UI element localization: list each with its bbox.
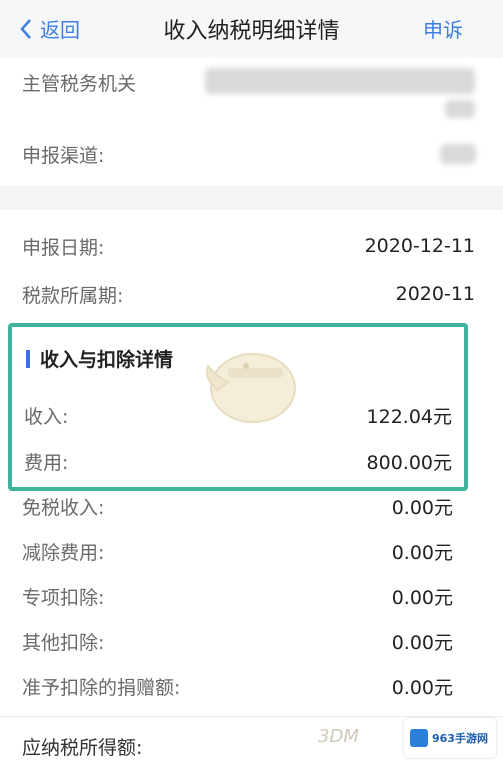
- brand-3d-watermark: 3DM: [318, 726, 359, 747]
- section-title: 收入与扣除详情: [26, 345, 173, 372]
- bird-watermark-icon: [205, 353, 296, 423]
- site-logo: 963手游网: [404, 718, 496, 758]
- tax-period-label: 税款所属期:: [22, 284, 124, 307]
- authority-card: 主管税务机关 申报渠道:: [0, 58, 503, 186]
- taxable-income-label: 应纳税所得额:: [22, 736, 143, 759]
- item-label: 费用:: [24, 451, 69, 474]
- appeal-button[interactable]: 申诉: [423, 14, 463, 43]
- item-label: 其他扣除:: [22, 631, 105, 654]
- tax-authority-label: 主管税务机关: [22, 72, 137, 95]
- channel-row: 申报渠道:: [22, 138, 475, 170]
- list-item: 费用: 800.00元: [24, 445, 452, 477]
- item-value: 122.04元: [366, 405, 452, 428]
- declare-date-value: 2020-12-11: [364, 235, 475, 257]
- item-label: 专项扣除:: [22, 586, 105, 609]
- item-value: 800.00元: [366, 451, 452, 474]
- section-bar: [26, 349, 30, 368]
- list-item: 其他扣除: 0.00元: [22, 625, 453, 657]
- nav-bar: 返回 收入纳税明细详情 申诉: [0, 0, 503, 58]
- cube-logo-icon: [410, 729, 428, 747]
- section-title-text: 收入与扣除详情: [40, 349, 174, 371]
- list-item: 准予扣除的捐赠额: 0.00元: [22, 670, 453, 702]
- item-label: 减除费用:: [22, 541, 105, 564]
- blurred-authority-value: [205, 68, 475, 94]
- item-value: 0.00元: [391, 541, 453, 564]
- site-logo-text: 963手游网: [432, 732, 488, 745]
- item-value: 0.00元: [391, 586, 453, 609]
- divider: [0, 716, 503, 717]
- blurred-channel-value: [440, 144, 476, 164]
- declare-date-row: 申报日期: 2020-12-11: [22, 230, 475, 262]
- list-item: 专项扣除: 0.00元: [22, 580, 453, 612]
- item-value: 0.00元: [391, 496, 453, 519]
- channel-label: 申报渠道:: [22, 144, 105, 167]
- tax-period-row: 税款所属期: 2020-11: [22, 278, 475, 310]
- item-label: 免税收入:: [22, 496, 105, 519]
- list-item: 免税收入: 0.00元: [22, 490, 453, 522]
- item-label: 收入:: [24, 405, 69, 428]
- item-value: 0.00元: [391, 631, 453, 654]
- list-item: 减除费用: 0.00元: [22, 535, 453, 567]
- tax-period-value: 2020-11: [395, 283, 475, 305]
- item-value: 0.00元: [391, 676, 453, 699]
- blurred-authority-value-2: [445, 100, 475, 118]
- item-label: 准予扣除的捐赠额:: [22, 676, 181, 699]
- declare-date-label: 申报日期:: [22, 236, 105, 259]
